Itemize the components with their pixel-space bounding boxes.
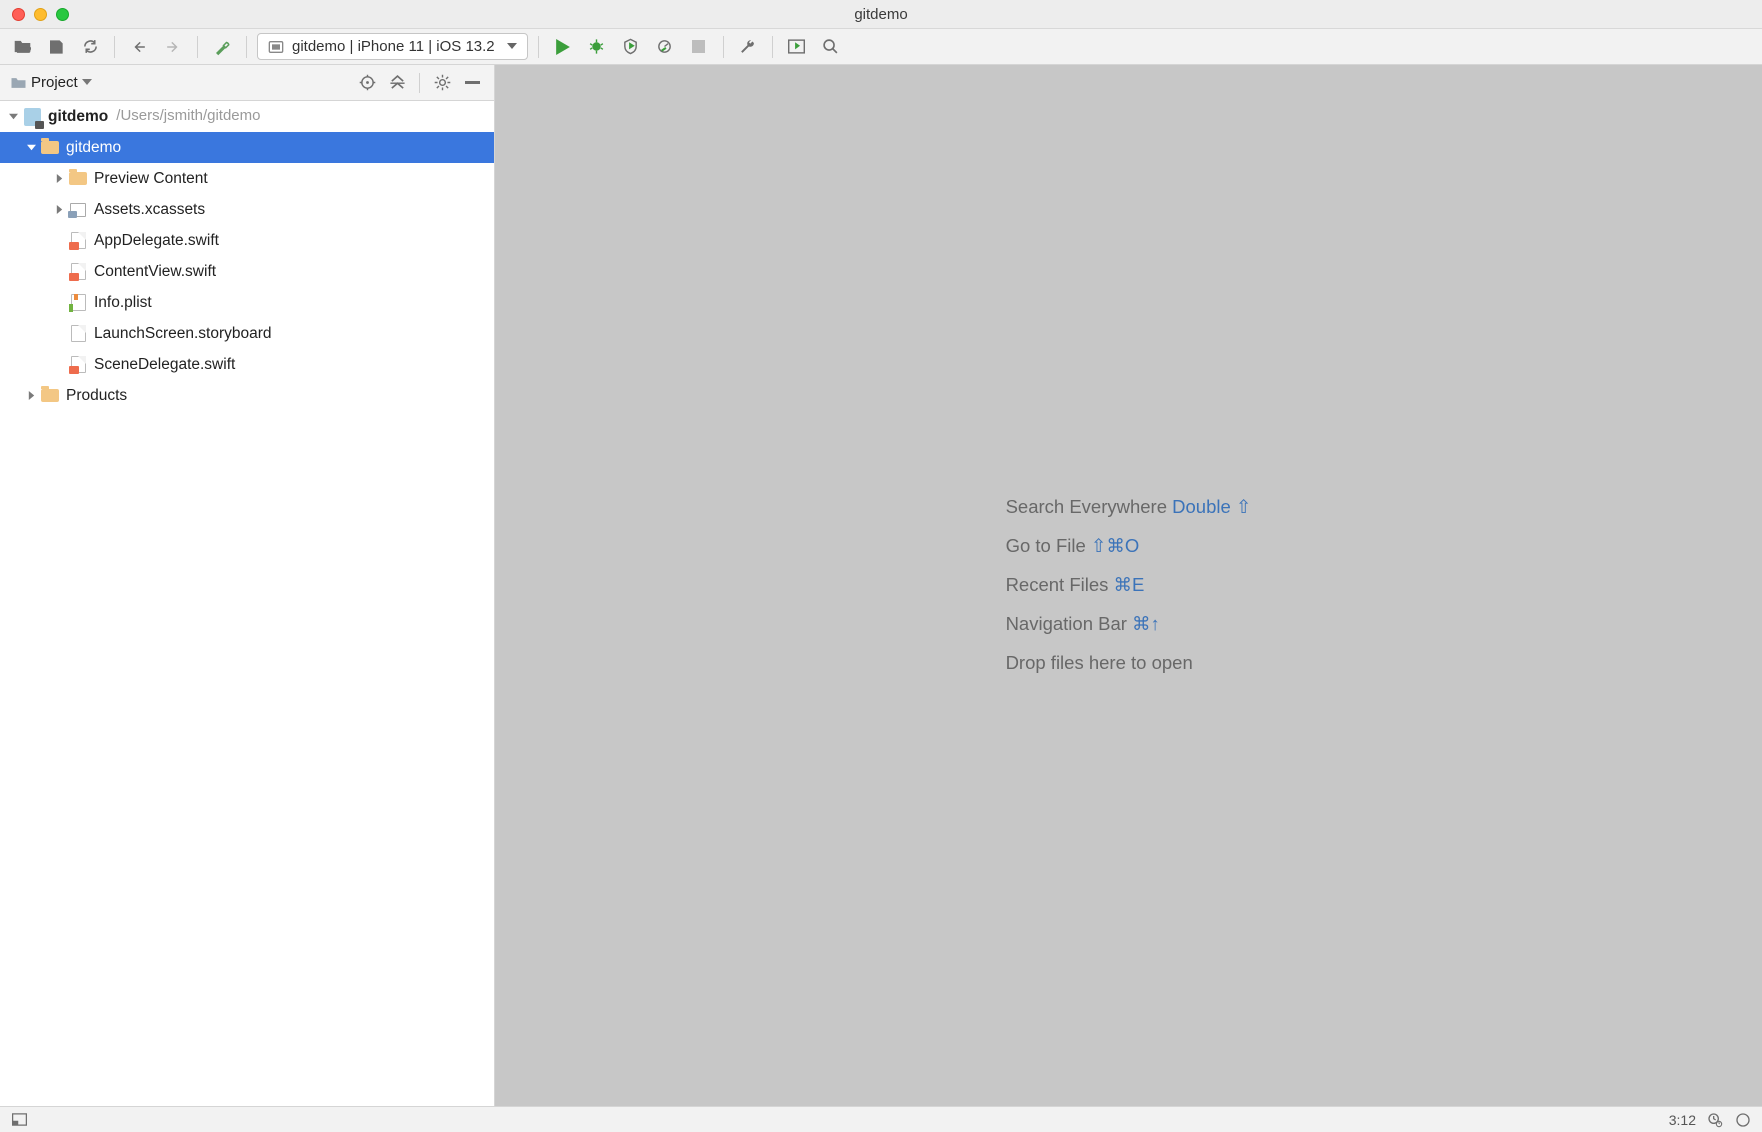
tree-item-label: SceneDelegate.swift	[94, 356, 235, 373]
window-controls	[12, 8, 69, 21]
status-time: 3:12	[1669, 1112, 1696, 1128]
toolbar-separator	[197, 36, 198, 58]
chevron-down-icon[interactable]	[24, 141, 38, 155]
open-file-button[interactable]	[8, 34, 36, 60]
chevron-right-icon[interactable]	[52, 203, 66, 217]
tree-item[interactable]: Assets.xcassets	[0, 194, 494, 225]
run-configuration-text: gitdemo | iPhone 11 | iOS 13.2	[292, 38, 495, 55]
tip-recent-files: Recent Files ⌘E	[1006, 566, 1252, 605]
plist-icon	[68, 294, 88, 312]
search-everywhere-button[interactable]	[817, 34, 845, 60]
tree-item-label: Preview Content	[94, 170, 208, 187]
locate-file-button[interactable]	[355, 71, 379, 95]
panel-settings-button[interactable]	[430, 71, 454, 95]
debug-button[interactable]	[583, 34, 611, 60]
project-view-selector[interactable]: Project	[10, 74, 92, 91]
tree-root-path: /Users/jsmith/gitdemo	[116, 108, 260, 125]
file-icon	[68, 325, 88, 343]
main-toolbar: gitdemo | iPhone 11 | iOS 13.2	[0, 29, 1762, 65]
forward-button[interactable]	[159, 34, 187, 60]
swift-icon	[68, 356, 88, 374]
run-button[interactable]	[549, 34, 577, 60]
memory-indicator-button[interactable]	[1734, 1111, 1752, 1129]
folder-icon	[68, 170, 88, 188]
tree-item[interactable]: SceneDelegate.swift	[0, 349, 494, 380]
run-configuration-selector[interactable]: gitdemo | iPhone 11 | iOS 13.2	[257, 33, 528, 60]
target-icon	[268, 40, 284, 54]
chevron-down-icon[interactable]	[6, 110, 20, 124]
background-tasks-button[interactable]	[1706, 1111, 1724, 1129]
tree-item[interactable]: Preview Content	[0, 163, 494, 194]
tip-goto-file: Go to File ⇧⌘O	[1006, 527, 1252, 566]
tip-drop-files: Drop files here to open	[1006, 644, 1252, 683]
folder-icon	[40, 139, 60, 157]
swift-icon	[68, 263, 88, 281]
coverage-button[interactable]	[617, 34, 645, 60]
expand-all-button[interactable]	[385, 71, 409, 95]
tree-item[interactable]: LaunchScreen.storyboard	[0, 318, 494, 349]
tree-root[interactable]: gitdemo /Users/jsmith/gitdemo	[0, 101, 494, 132]
tree-item-label: AppDelegate.swift	[94, 232, 219, 249]
chevron-down-icon	[507, 43, 517, 50]
tree-item-label: Info.plist	[94, 294, 152, 311]
header-separator	[419, 73, 420, 93]
window-title: gitdemo	[0, 6, 1762, 23]
toolbar-separator	[723, 36, 724, 58]
project-tree[interactable]: gitdemo /Users/jsmith/gitdemo gitdemo Pr…	[0, 101, 494, 1106]
wrench-button[interactable]	[734, 34, 762, 60]
build-button[interactable]	[208, 34, 236, 60]
status-bar: 3:12	[0, 1106, 1762, 1132]
toolbar-separator	[538, 36, 539, 58]
toolbar-separator	[772, 36, 773, 58]
editor-empty-state[interactable]: Search Everywhere Double ⇧ Go to File ⇧⌘…	[495, 65, 1762, 1106]
tree-products[interactable]: Products	[0, 380, 494, 411]
editor-tips: Search Everywhere Double ⇧ Go to File ⇧⌘…	[1006, 488, 1252, 682]
assets-icon	[68, 201, 88, 219]
tree-root-name: gitdemo	[48, 108, 108, 125]
reload-button[interactable]	[76, 34, 104, 60]
project-icon	[22, 108, 42, 126]
folder-icon	[10, 76, 27, 90]
save-all-button[interactable]	[42, 34, 70, 60]
tip-navigation-bar: Navigation Bar ⌘↑	[1006, 605, 1252, 644]
profile-button[interactable]	[651, 34, 679, 60]
hide-panel-button[interactable]	[460, 71, 484, 95]
titlebar: gitdemo	[0, 0, 1762, 29]
stop-button[interactable]	[685, 34, 713, 60]
toolbar-separator	[114, 36, 115, 58]
chevron-right-icon[interactable]	[24, 389, 38, 403]
swift-icon	[68, 232, 88, 250]
layout-button[interactable]	[783, 34, 811, 60]
project-panel-label: Project	[31, 74, 78, 91]
tree-item-label: Assets.xcassets	[94, 201, 205, 218]
main-split: Project gitdem	[0, 65, 1762, 1106]
tree-item[interactable]: Info.plist	[0, 287, 494, 318]
tree-item-label: ContentView.swift	[94, 263, 216, 280]
zoom-window-button[interactable]	[56, 8, 69, 21]
tree-module[interactable]: gitdemo	[0, 132, 494, 163]
chevron-down-icon	[82, 79, 92, 86]
tree-module-name: gitdemo	[66, 139, 121, 156]
chevron-right-icon[interactable]	[52, 172, 66, 186]
tree-item[interactable]: AppDelegate.swift	[0, 225, 494, 256]
tip-search: Search Everywhere Double ⇧	[1006, 488, 1252, 527]
back-button[interactable]	[125, 34, 153, 60]
project-panel-header: Project	[0, 65, 494, 101]
project-sidebar: Project gitdem	[0, 65, 495, 1106]
folder-icon	[40, 387, 60, 405]
tree-products-name: Products	[66, 387, 127, 404]
toolbar-separator	[246, 36, 247, 58]
minimize-window-button[interactable]	[34, 8, 47, 21]
tool-window-quick-access-button[interactable]	[10, 1111, 28, 1129]
tree-item[interactable]: ContentView.swift	[0, 256, 494, 287]
close-window-button[interactable]	[12, 8, 25, 21]
tree-item-label: LaunchScreen.storyboard	[94, 325, 272, 342]
